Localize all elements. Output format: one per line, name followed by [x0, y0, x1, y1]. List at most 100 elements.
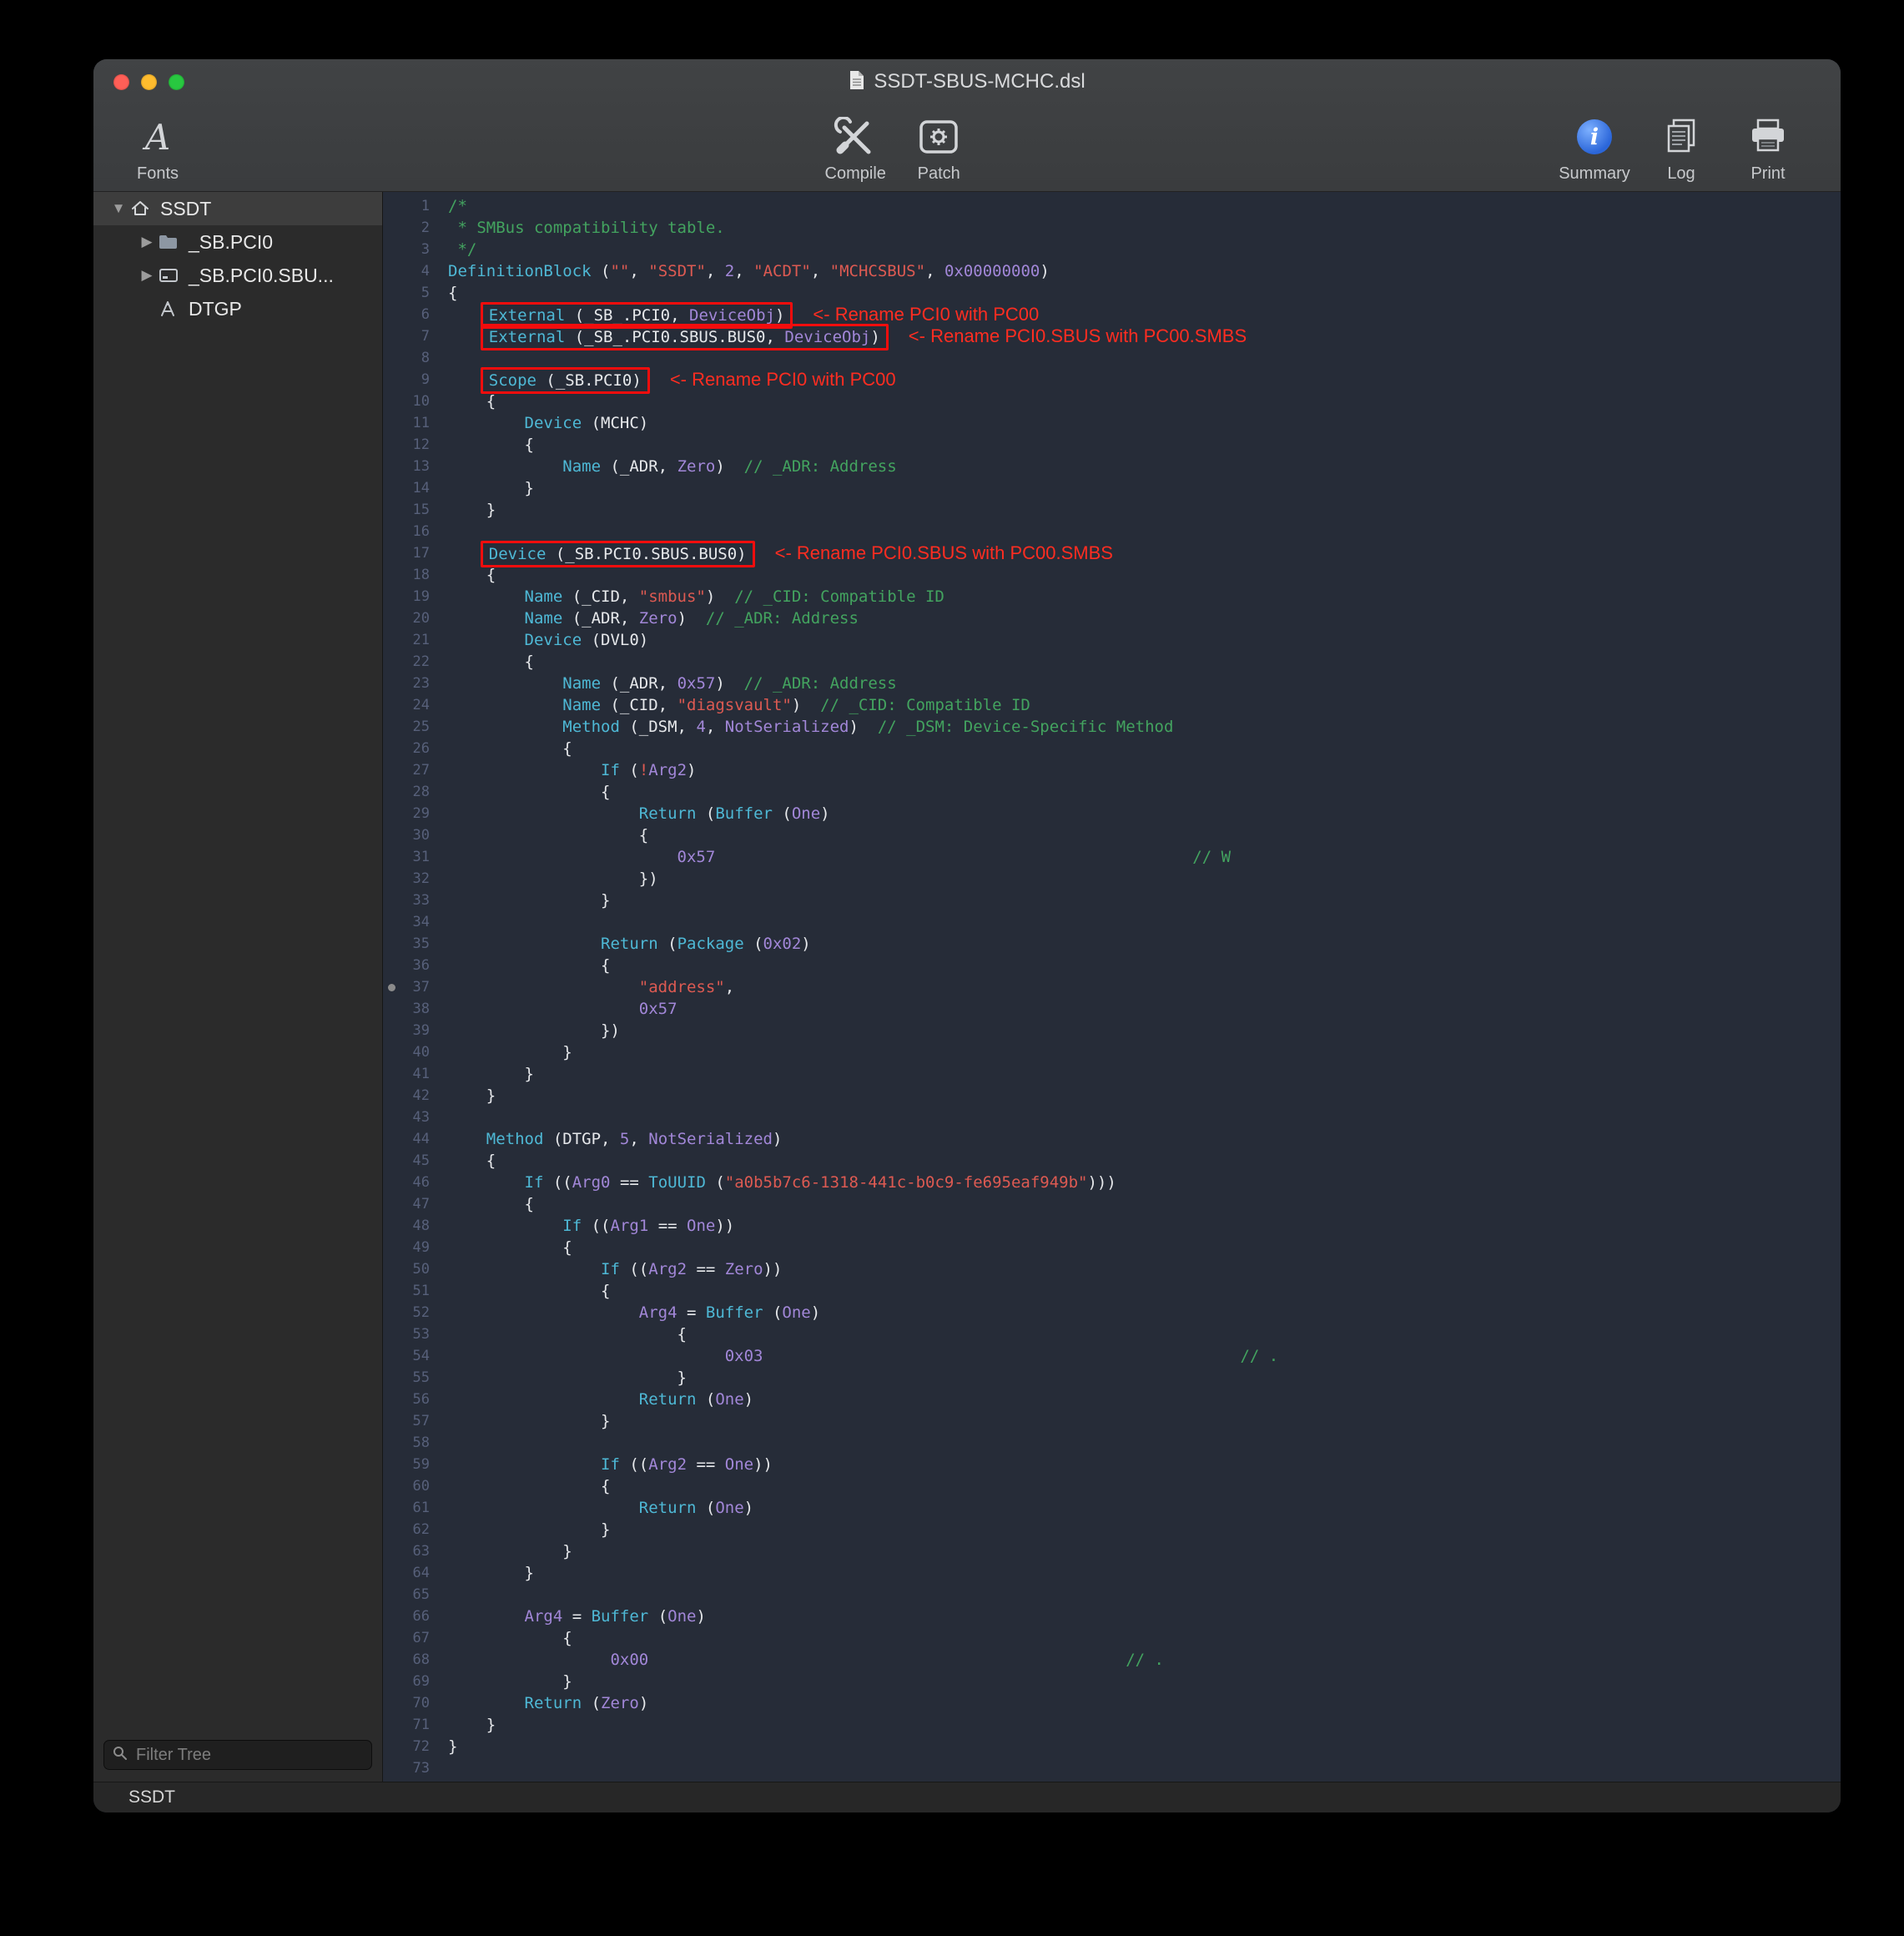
disclosure-right-icon[interactable]: ▶: [135, 234, 159, 250]
code-line[interactable]: 12 {: [383, 434, 1841, 456]
sidebar-item-sb-pci0[interactable]: ▶_SB.PCI0: [93, 225, 382, 259]
code-line[interactable]: 57 }: [383, 1410, 1841, 1432]
code-line[interactable]: 3 */: [383, 239, 1841, 260]
code-line[interactable]: 26 {: [383, 738, 1841, 759]
code-line[interactable]: 66 Arg4 = Buffer (One): [383, 1606, 1841, 1627]
code-line[interactable]: 1/*: [383, 195, 1841, 217]
code-line[interactable]: 71 }: [383, 1714, 1841, 1736]
code-line[interactable]: 47 {: [383, 1193, 1841, 1215]
code-line[interactable]: 64 }: [383, 1562, 1841, 1584]
line-number: 64: [383, 1562, 441, 1584]
code-line[interactable]: 22 {: [383, 651, 1841, 673]
code-line[interactable]: 35 Return (Package (0x02): [383, 933, 1841, 955]
code-line[interactable]: 34: [383, 911, 1841, 933]
code-line[interactable]: 39 }): [383, 1020, 1841, 1041]
code-line[interactable]: 60 {: [383, 1475, 1841, 1497]
code-line[interactable]: 54 0x03 // .: [383, 1345, 1841, 1367]
code-line[interactable]: 17 Device (_SB.PCI0.SBUS.BUS0)<- Rename …: [383, 542, 1841, 564]
filter-tree-field[interactable]: [103, 1740, 372, 1770]
code-line[interactable]: 18 {: [383, 564, 1841, 586]
code-line[interactable]: 51 {: [383, 1280, 1841, 1302]
code-line[interactable]: 45 {: [383, 1150, 1841, 1172]
code-line[interactable]: 31 0x57 // W: [383, 846, 1841, 868]
code-line[interactable]: 23 Name (_ADR, 0x57) // _ADR: Address: [383, 673, 1841, 694]
code-line[interactable]: 4DefinitionBlock ("", "SSDT", 2, "ACDT",…: [383, 260, 1841, 282]
disclosure-right-icon[interactable]: ▶: [135, 267, 159, 284]
code-line[interactable]: 69 }: [383, 1671, 1841, 1692]
filter-tree-input[interactable]: [134, 1745, 363, 1766]
code-line-text: Return (Buffer (One): [441, 803, 830, 824]
code-line[interactable]: 13 Name (_ADR, Zero) // _ADR: Address: [383, 456, 1841, 477]
code-line[interactable]: 62 }: [383, 1519, 1841, 1540]
code-line[interactable]: 14 }: [383, 477, 1841, 499]
fonts-icon: A: [145, 117, 170, 158]
code-line[interactable]: 63 }: [383, 1540, 1841, 1562]
print-label: Print: [1750, 163, 1785, 184]
code-line[interactable]: 68 0x00 // .: [383, 1649, 1841, 1671]
code-line[interactable]: 20 Name (_ADR, Zero) // _ADR: Address: [383, 608, 1841, 629]
print-button[interactable]: Print: [1732, 104, 1804, 184]
code-line[interactable]: 55 }: [383, 1367, 1841, 1389]
line-number: 31: [383, 846, 441, 868]
code-line[interactable]: 52 Arg4 = Buffer (One): [383, 1302, 1841, 1323]
code-line[interactable]: 19 Name (_CID, "smbus") // _CID: Compati…: [383, 586, 1841, 608]
code-line[interactable]: 48 If ((Arg1 == One)): [383, 1215, 1841, 1237]
code-line[interactable]: 15 }: [383, 499, 1841, 521]
summary-button[interactable]: i Summary: [1559, 104, 1630, 184]
code-line[interactable]: 24 Name (_CID, "diagsvault") // _CID: Co…: [383, 694, 1841, 716]
code-line[interactable]: 21 Device (DVL0): [383, 629, 1841, 651]
code-line[interactable]: 70 Return (Zero): [383, 1692, 1841, 1714]
code-line-text: 0x57: [441, 998, 677, 1020]
code-line[interactable]: 59 If ((Arg2 == One)): [383, 1454, 1841, 1475]
code-line[interactable]: 72}: [383, 1736, 1841, 1757]
code-line[interactable]: 65: [383, 1584, 1841, 1606]
code-line[interactable]: 38 0x57: [383, 998, 1841, 1020]
code-line[interactable]: 16: [383, 521, 1841, 542]
code-line[interactable]: 32 }): [383, 868, 1841, 890]
code-line[interactable]: 30 {: [383, 824, 1841, 846]
code-line[interactable]: 49 {: [383, 1237, 1841, 1258]
code-line[interactable]: 5{: [383, 282, 1841, 304]
code-line[interactable]: 58: [383, 1432, 1841, 1454]
code-line[interactable]: 73: [383, 1757, 1841, 1779]
code-line[interactable]: 41 }: [383, 1063, 1841, 1085]
code-line[interactable]: 67 {: [383, 1627, 1841, 1649]
code-line-text: Name (_CID, "smbus") // _CID: Compatible…: [441, 586, 944, 608]
titlebar[interactable]: SSDT-SBUS-MCHC.dsl: [93, 59, 1841, 104]
code-line[interactable]: 40 }: [383, 1041, 1841, 1063]
code-line[interactable]: 10 {: [383, 391, 1841, 412]
code-line[interactable]: 42 }: [383, 1085, 1841, 1107]
sidebar-item-ssdt[interactable]: ▼SSDT: [93, 192, 382, 225]
code-line[interactable]: 37 "address",: [383, 976, 1841, 998]
code-line[interactable]: 56 Return (One): [383, 1389, 1841, 1410]
close-button[interactable]: [113, 74, 129, 90]
code-line[interactable]: 46 If ((Arg0 == ToUUID ("a0b5b7c6-1318-4…: [383, 1172, 1841, 1193]
code-line[interactable]: 50 If ((Arg2 == Zero)): [383, 1258, 1841, 1280]
zoom-button[interactable]: [169, 74, 184, 90]
minimize-button[interactable]: [141, 74, 157, 90]
sidebar-item-sb-pci0-sbu[interactable]: ▶_SB.PCI0.SBU...: [93, 259, 382, 292]
fonts-button[interactable]: A Fonts: [122, 104, 194, 184]
code-line[interactable]: 28 {: [383, 781, 1841, 803]
log-button[interactable]: Log: [1645, 104, 1717, 184]
code-line[interactable]: 11 Device (MCHC): [383, 412, 1841, 434]
code-line[interactable]: 36 {: [383, 955, 1841, 976]
code-line[interactable]: 8: [383, 347, 1841, 369]
code-line[interactable]: 2 * SMBus compatibility table.: [383, 217, 1841, 239]
disclosure-down-icon[interactable]: ▼: [107, 200, 130, 217]
code-line[interactable]: 61 Return (One): [383, 1497, 1841, 1519]
sidebar-item-dtgp[interactable]: DTGP: [93, 292, 382, 325]
code-line[interactable]: 9 Scope (_SB.PCI0)<- Rename PCI0 with PC…: [383, 369, 1841, 391]
code-line[interactable]: 7 External (_SB_.PCI0.SBUS.BUS0, DeviceO…: [383, 325, 1841, 347]
code-line[interactable]: 44 Method (DTGP, 5, NotSerialized): [383, 1128, 1841, 1150]
code-line[interactable]: 33 }: [383, 890, 1841, 911]
compile-button[interactable]: Compile: [819, 104, 891, 184]
code-line[interactable]: 6 External (_SB_.PCI0, DeviceObj)<- Rena…: [383, 304, 1841, 325]
code-line[interactable]: 29 Return (Buffer (One): [383, 803, 1841, 824]
code-line[interactable]: 53 {: [383, 1323, 1841, 1345]
code-line[interactable]: 25 Method (_DSM, 4, NotSerialized) // _D…: [383, 716, 1841, 738]
code-line[interactable]: 27 If (!Arg2): [383, 759, 1841, 781]
code-line[interactable]: 43: [383, 1107, 1841, 1128]
patch-button[interactable]: Patch: [903, 104, 975, 184]
code-editor[interactable]: 1/*2 * SMBus compatibility table.3 */4De…: [383, 192, 1841, 1782]
